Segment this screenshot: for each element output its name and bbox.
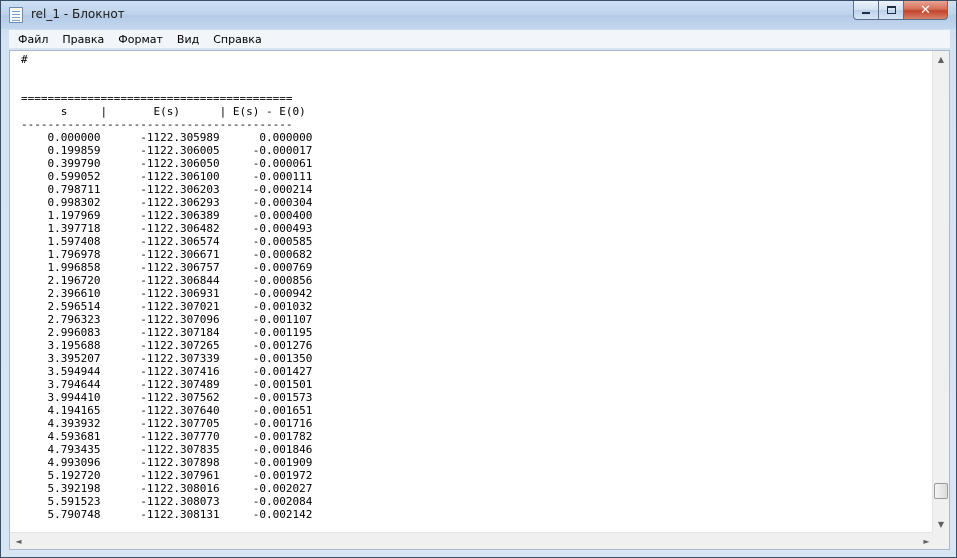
- header-mark: #: [21, 53, 28, 66]
- close-icon: ✕: [920, 2, 931, 18]
- document-text[interactable]: # ======================================…: [21, 53, 935, 521]
- table-row: 1.796978 -1122.306671 -0.000682: [47, 248, 313, 261]
- table-row: 4.593681 -1122.307770 -0.001782: [47, 430, 313, 443]
- maximize-button[interactable]: [879, 1, 904, 20]
- table-row: 5.392198 -1122.308016 -0.002027: [47, 482, 313, 495]
- size-grip[interactable]: [932, 532, 949, 549]
- table-row: 3.994410 -1122.307562 -0.001573: [47, 391, 313, 404]
- vertical-scroll-thumb[interactable]: [934, 482, 948, 499]
- minimize-icon: [862, 12, 870, 14]
- table-row: 4.194165 -1122.307640 -0.001651: [47, 404, 313, 417]
- table-row: 0.399790 -1122.306050 -0.000061: [47, 157, 313, 170]
- window-title: rel_1 - Блокнот: [31, 7, 125, 21]
- vertical-scrollbar[interactable]: ▲ ▼: [932, 51, 949, 533]
- table-row: 0.000000 -1122.305989 0.000000: [47, 131, 313, 144]
- table-row: 3.794644 -1122.307489 -0.001501: [47, 378, 313, 391]
- separator-line: ----------------------------------------…: [21, 118, 293, 131]
- notepad-icon[interactable]: [9, 7, 23, 23]
- table-row: 4.993096 -1122.307898 -0.001909: [47, 456, 313, 469]
- table-row: 0.199859 -1122.306005 -0.000017: [47, 144, 313, 157]
- notepad-window: rel_1 - Блокнот ✕ Файл Правка Формат Вид…: [0, 0, 957, 558]
- text-area[interactable]: # ======================================…: [10, 51, 935, 533]
- table-row: 0.998302 -1122.306293 -0.000304: [47, 196, 313, 209]
- title-bar[interactable]: rel_1 - Блокнот ✕: [1, 1, 956, 29]
- scroll-left-icon[interactable]: ◄: [10, 533, 27, 549]
- table-row: 1.597408 -1122.306574 -0.000585: [47, 235, 313, 248]
- scroll-up-icon[interactable]: ▲: [933, 51, 949, 68]
- table-row: 4.393932 -1122.307705 -0.001716: [47, 417, 313, 430]
- menu-edit[interactable]: Правка: [55, 30, 111, 49]
- table-row: 2.196720 -1122.306844 -0.000856: [47, 274, 313, 287]
- table-row: 0.599052 -1122.306100 -0.000111: [47, 170, 313, 183]
- menu-view[interactable]: Вид: [170, 30, 206, 49]
- separator-line: ========================================…: [21, 92, 293, 105]
- table-row: 0.798711 -1122.306203 -0.000214: [47, 183, 313, 196]
- table-row: 1.197969 -1122.306389 -0.000400: [47, 209, 313, 222]
- table-row: 4.793435 -1122.307835 -0.001846: [47, 443, 313, 456]
- menu-help[interactable]: Справка: [206, 30, 268, 49]
- minimize-button[interactable]: [853, 1, 879, 20]
- column-header: s | E(s) | E(s) - E(0): [60, 105, 306, 118]
- table-row: 5.591523 -1122.308073 -0.002084: [47, 495, 313, 508]
- menu-format[interactable]: Формат: [111, 30, 170, 49]
- table-row: 3.395207 -1122.307339 -0.001350: [47, 352, 313, 365]
- scroll-down-icon[interactable]: ▼: [933, 516, 949, 533]
- caption-buttons: ✕: [853, 1, 948, 21]
- table-row: 2.996083 -1122.307184 -0.001195: [47, 326, 313, 339]
- menu-file[interactable]: Файл: [9, 30, 55, 49]
- table-row: 5.790748 -1122.308131 -0.002142: [47, 508, 313, 521]
- text-editor[interactable]: # ======================================…: [9, 50, 950, 550]
- table-row: 2.596514 -1122.307021 -0.001032: [47, 300, 313, 313]
- table-row: 1.996858 -1122.306757 -0.000769: [47, 261, 313, 274]
- table-row: 2.396610 -1122.306931 -0.000942: [47, 287, 313, 300]
- table-row: 3.594944 -1122.307416 -0.001427: [47, 365, 313, 378]
- table-row: 1.397718 -1122.306482 -0.000493: [47, 222, 313, 235]
- table-row: 5.192720 -1122.307961 -0.001972: [47, 469, 313, 482]
- horizontal-scrollbar[interactable]: ◄ ►: [10, 532, 935, 549]
- close-button[interactable]: ✕: [904, 1, 948, 20]
- table-row: 2.796323 -1122.307096 -0.001107: [47, 313, 313, 326]
- table-row: 3.195688 -1122.307265 -0.001276: [47, 339, 313, 352]
- maximize-icon: [886, 6, 896, 14]
- menu-bar: Файл Правка Формат Вид Справка: [9, 30, 950, 49]
